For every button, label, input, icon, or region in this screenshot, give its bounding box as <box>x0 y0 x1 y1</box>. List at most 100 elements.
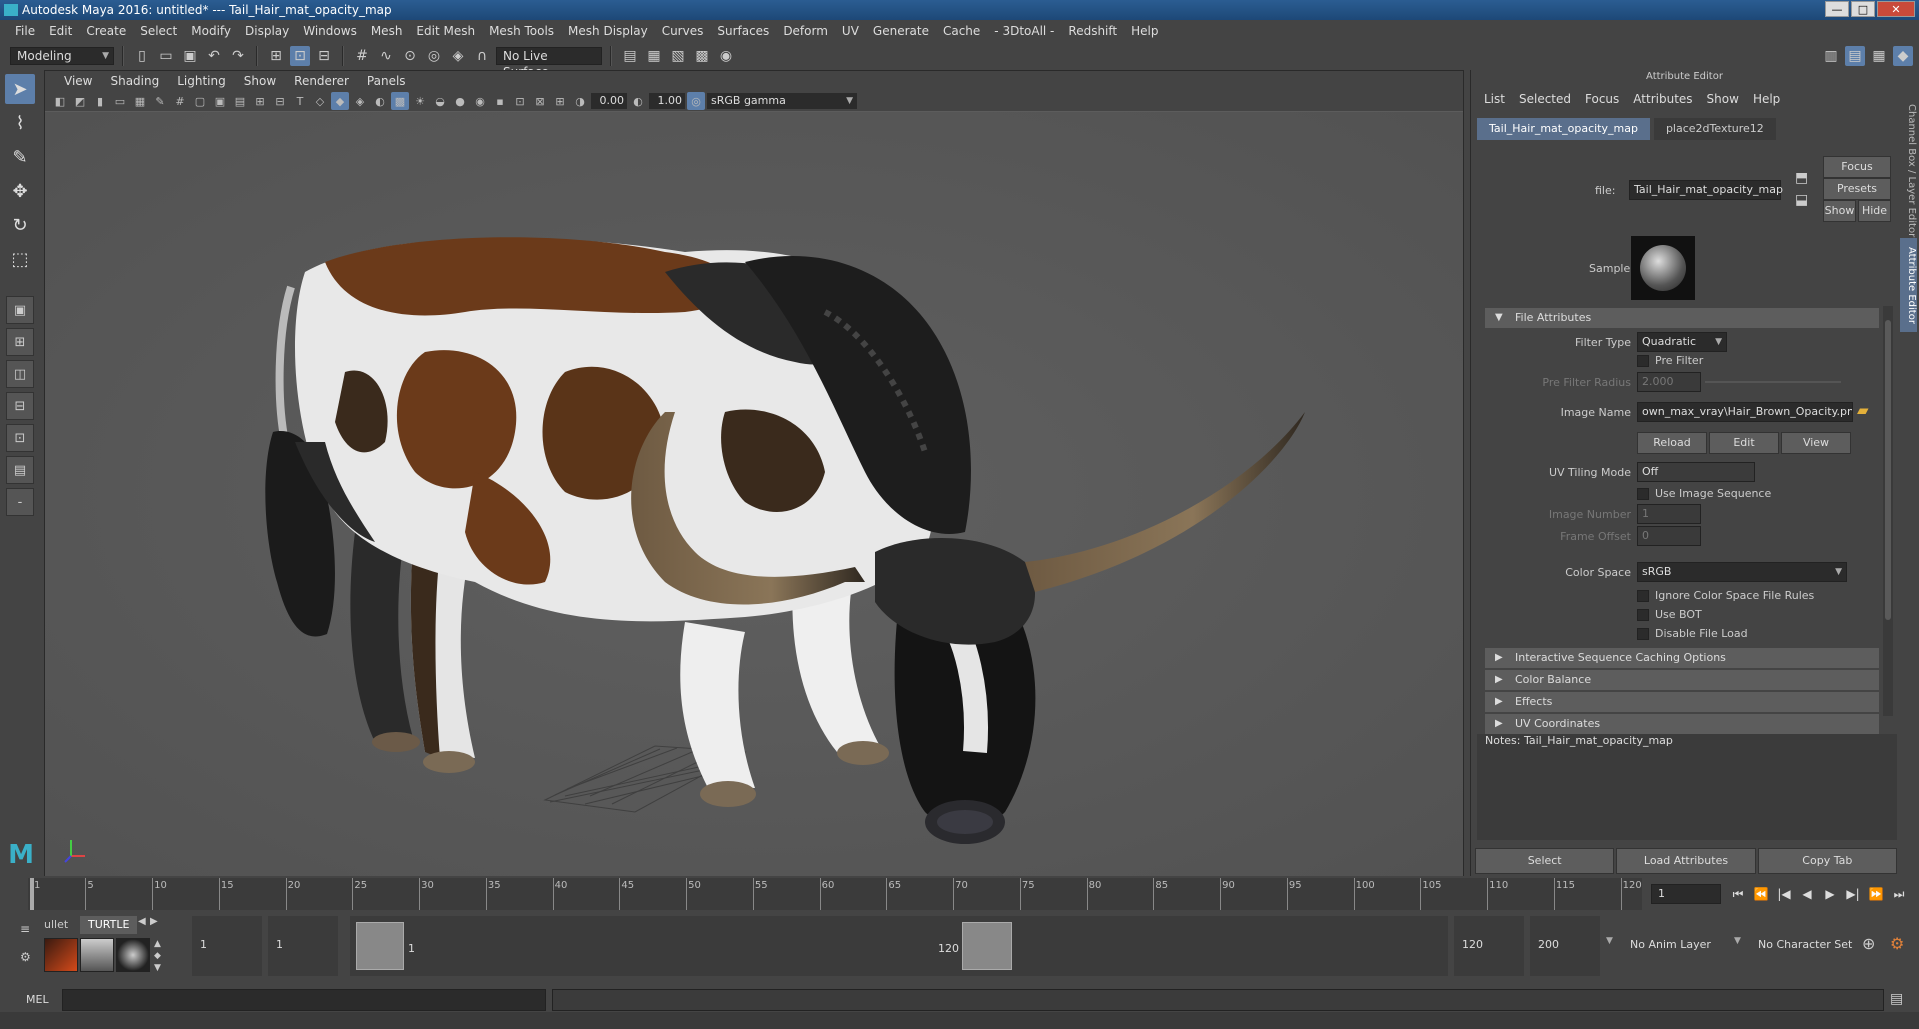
exposure-field[interactable]: 0.00 <box>591 93 627 109</box>
animation-prefs-icon[interactable]: ⚙ <box>1890 934 1904 953</box>
ae-scroll-thumb[interactable] <box>1885 320 1891 620</box>
menu-modify[interactable]: Modify <box>184 20 238 42</box>
hide-button[interactable]: Hide <box>1858 200 1891 222</box>
anim-layer-field[interactable]: No Anim Layer <box>1622 916 1722 976</box>
shelf-tab-turtle[interactable]: TURTLE <box>80 916 138 934</box>
menu-3dtoall[interactable]: - 3DtoAll - <box>987 20 1061 42</box>
shelf-tab-bullet[interactable]: ullet <box>36 916 76 934</box>
presets-button[interactable]: Presets <box>1823 178 1891 200</box>
shelf-arrows-icon[interactable]: ▲ ◆ ▼ <box>154 938 161 974</box>
maximize-button[interactable]: □ <box>1851 1 1875 17</box>
menu-file[interactable]: File <box>8 20 42 42</box>
menu-cache[interactable]: Cache <box>936 20 987 42</box>
persp-outliner-layout-icon[interactable]: ◫ <box>6 360 34 388</box>
safe-action-icon[interactable]: ⊟ <box>271 92 289 110</box>
animation-end-field[interactable]: 200 <box>1530 916 1600 976</box>
load-output-icon[interactable]: ⬓ <box>1795 192 1808 208</box>
turtle-render-icon[interactable] <box>44 938 78 972</box>
camera-lock-icon[interactable]: ◩ <box>71 92 89 110</box>
menu-mesh-display[interactable]: Mesh Display <box>561 20 655 42</box>
snap-point-icon[interactable]: ⊙ <box>400 46 420 66</box>
step-forward-frame-icon[interactable]: ▶| <box>1844 884 1862 904</box>
close-button[interactable]: ✕ <box>1877 1 1915 17</box>
uv-tiling-dropdown[interactable]: Off <box>1637 462 1755 482</box>
film-gate-icon[interactable]: ▢ <box>191 92 209 110</box>
current-frame-field[interactable]: 1 <box>1651 884 1721 904</box>
camera-select-icon[interactable]: ◧ <box>51 92 69 110</box>
single-perspective-layout-icon[interactable]: ▣ <box>6 296 34 324</box>
resolution-gate-icon[interactable]: ▣ <box>211 92 229 110</box>
animation-start-field[interactable]: 1 <box>192 916 262 976</box>
isolate-select-icon[interactable]: ⊡ <box>511 92 529 110</box>
menu-curves[interactable]: Curves <box>655 20 711 42</box>
smooth-shade-icon[interactable]: ◆ <box>331 92 349 110</box>
xray-icon[interactable]: ◐ <box>371 92 389 110</box>
menu-select[interactable]: Select <box>133 20 184 42</box>
channel-box-tab[interactable]: Channel Box / Layer Editor <box>1900 86 1917 256</box>
vp-menu-shading[interactable]: Shading <box>101 74 168 88</box>
lasso-tool-icon[interactable]: ⌇ <box>5 108 35 138</box>
channel-box-toggle-icon[interactable]: ◆ <box>1893 46 1913 66</box>
textured-icon[interactable]: ▩ <box>391 92 409 110</box>
menu-help[interactable]: Help <box>1124 20 1165 42</box>
image-name-field[interactable]: own_max_vray\Hair_Brown_Opacity.png <box>1637 402 1853 422</box>
playback-range-bar[interactable] <box>350 916 1448 976</box>
four-view-layout-icon[interactable]: ⊞ <box>6 328 34 356</box>
grid-toggle-icon[interactable]: # <box>171 92 189 110</box>
select-hierarchy-icon[interactable]: ⊞ <box>266 46 286 66</box>
vp-menu-lighting[interactable]: Lighting <box>168 74 235 88</box>
play-forwards-icon[interactable]: ▶ <box>1821 884 1839 904</box>
select-tool-icon[interactable]: ➤ <box>5 74 35 104</box>
ae-menu-attributes[interactable]: Attributes <box>1626 92 1699 106</box>
wireframe-icon[interactable]: ◇ <box>311 92 329 110</box>
viewport-canvas[interactable]: persp <box>45 112 1463 876</box>
gate-mask-icon[interactable]: ▤ <box>231 92 249 110</box>
command-input[interactable] <box>62 989 546 1011</box>
ignore-cs-rules-checkbox[interactable] <box>1637 590 1649 602</box>
ae-scrollbar[interactable] <box>1883 306 1893 716</box>
camera-attributes-icon[interactable]: ▦ <box>131 92 149 110</box>
shelf-menu-icon[interactable]: ≡ <box>20 922 30 936</box>
persp-graph-layout-icon[interactable]: ⊟ <box>6 392 34 420</box>
render-view-icon[interactable]: ▦ <box>644 46 664 66</box>
section-file-attributes[interactable]: ▼ File Attributes <box>1485 308 1879 328</box>
script-editor-icon[interactable]: ▤ <box>1890 991 1903 1007</box>
current-time-marker[interactable] <box>30 878 34 910</box>
anti-alias-icon[interactable]: ▪ <box>491 92 509 110</box>
motion-blur-icon[interactable]: ◉ <box>471 92 489 110</box>
xray-active-icon[interactable]: ⊞ <box>551 92 569 110</box>
character-set-field[interactable]: No Character Set <box>1750 916 1860 976</box>
snap-grid-icon[interactable]: # <box>352 46 372 66</box>
more-layouts-icon[interactable]: - <box>6 488 34 516</box>
shelf-scroll-right-icon[interactable]: ▶ <box>150 916 158 927</box>
shadows-icon[interactable]: ◒ <box>431 92 449 110</box>
edit-button[interactable]: Edit <box>1709 432 1779 454</box>
node-name-field[interactable]: Tail_Hair_mat_opacity_map <box>1629 180 1783 200</box>
ambient-occlusion-icon[interactable]: ● <box>451 92 469 110</box>
menu-deform[interactable]: Deform <box>776 20 835 42</box>
gamma-field[interactable]: 1.00 <box>649 93 685 109</box>
range-start-handle[interactable] <box>356 922 404 970</box>
snap-curve-icon[interactable]: ∿ <box>376 46 396 66</box>
playback-start-field[interactable]: 1 <box>268 916 338 976</box>
view-button[interactable]: View <box>1781 432 1851 454</box>
shelf-scroll-left-icon[interactable]: ◀ <box>138 916 146 927</box>
scale-tool-icon[interactable]: ⬚ <box>5 244 35 274</box>
menu-edit-mesh[interactable]: Edit Mesh <box>409 20 482 42</box>
render-settings-icon[interactable]: ▤ <box>620 46 640 66</box>
notes-area[interactable] <box>1477 734 1897 840</box>
render-frame-icon[interactable]: ▧ <box>668 46 688 66</box>
play-backwards-icon[interactable]: ◀ <box>1798 884 1816 904</box>
menu-mesh-tools[interactable]: Mesh Tools <box>482 20 561 42</box>
vp-menu-renderer[interactable]: Renderer <box>285 74 358 88</box>
hypershade-layout-icon[interactable]: ⊡ <box>6 424 34 452</box>
undo-icon[interactable]: ↶ <box>204 46 224 66</box>
playback-end-field[interactable]: 120 <box>1454 916 1524 976</box>
menu-create[interactable]: Create <box>79 20 133 42</box>
filter-type-dropdown[interactable]: Quadratic ▼ <box>1637 332 1727 352</box>
show-button[interactable]: Show <box>1823 200 1856 222</box>
use-bot-checkbox[interactable] <box>1637 609 1649 621</box>
step-back-frame-icon[interactable]: |◀ <box>1775 884 1793 904</box>
rotate-tool-icon[interactable]: ↻ <box>5 210 35 240</box>
ae-menu-help[interactable]: Help <box>1746 92 1787 106</box>
